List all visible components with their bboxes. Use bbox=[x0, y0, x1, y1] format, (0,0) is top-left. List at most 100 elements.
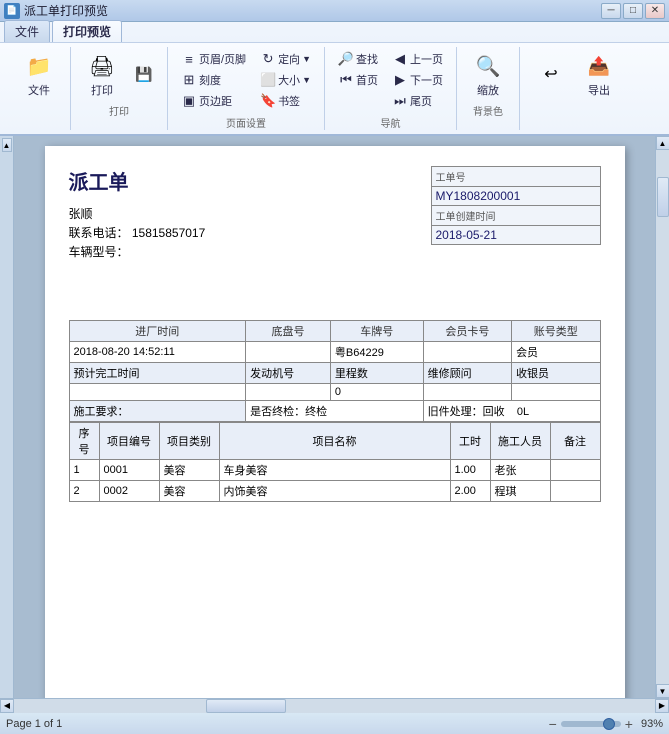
sub-table-row-1: 1 0001 美容 车身美容 1.00 老张 bbox=[69, 460, 600, 481]
row1-hours: 1.00 bbox=[450, 460, 490, 481]
zoom-slider[interactable] bbox=[561, 721, 621, 727]
row2-worker: 程琪 bbox=[490, 481, 550, 502]
minimize-button[interactable]: ─ bbox=[601, 3, 621, 19]
last-page-button[interactable]: ⏭ 尾页 bbox=[387, 91, 437, 111]
print-button[interactable]: 🖨 打印 bbox=[79, 47, 125, 101]
hscroll-right-btn[interactable]: ▶ bbox=[655, 699, 669, 713]
zoom-plus-btn[interactable]: + bbox=[625, 716, 633, 732]
nav-group-label: 导航 bbox=[380, 115, 400, 130]
sub-th-hours: 工时 bbox=[450, 423, 490, 460]
prev-icon: ◀ bbox=[392, 51, 408, 67]
size-label: 大小 bbox=[278, 72, 300, 88]
sub-table-row-2: 2 0002 美容 内饰美容 2.00 程琪 bbox=[69, 481, 600, 502]
bookmark-button[interactable]: 🔖 书签 bbox=[255, 91, 305, 111]
pagesetup-col1: ≡ 页眉/页脚 ⊞ 刻度 ▣ 页边距 bbox=[176, 49, 251, 111]
file-buttons: 📁 文件 bbox=[16, 47, 62, 101]
main-area: ▲ 派工单 张顺 联系电话： 15815857017 车辆型号： 工单号 bbox=[0, 136, 669, 698]
main-table: 进厂时间 底盘号 车牌号 会员卡号 账号类型 2018-08-20 14:52:… bbox=[69, 320, 601, 422]
export-button[interactable]: 📤 导出 bbox=[576, 47, 622, 101]
pagesetup-group-label: 页面设置 bbox=[226, 115, 266, 130]
scale-icon: ⊞ bbox=[181, 72, 197, 88]
info-box: 工单号 MY1808200001 工单创建时间 2018-05-21 bbox=[431, 166, 601, 245]
td-advisor: 维修顾问 bbox=[423, 363, 511, 384]
size-icon: ⬜ bbox=[260, 72, 276, 88]
create-time-label: 工单创建时间 bbox=[436, 208, 596, 223]
orientation-icon: ↻ bbox=[260, 51, 276, 67]
file-icon: 📁 bbox=[23, 50, 55, 82]
back-button[interactable]: ↩ bbox=[528, 55, 574, 93]
td-final-check: 是否终检：终检 bbox=[246, 401, 424, 422]
pagesetup-col2: ↻ 定向 ▼ ⬜ 大小 ▼ 🔖 书签 bbox=[255, 49, 316, 111]
header-footer-button[interactable]: ≡ 页眉/页脚 bbox=[176, 49, 251, 69]
pagesetup-inner: ≡ 页眉/页脚 ⊞ 刻度 ▣ 页边距 ↻ 定向 bbox=[176, 47, 316, 113]
chassis-value bbox=[246, 342, 331, 363]
td-cashier: 收银员 bbox=[512, 363, 600, 384]
vscroll-track[interactable] bbox=[656, 150, 669, 684]
next-label: 下一页 bbox=[410, 72, 443, 88]
size-button[interactable]: ⬜ 大小 ▼ bbox=[255, 70, 316, 90]
ribbon-group-zoom: 🔍 缩放 背景色 bbox=[457, 47, 520, 130]
row2-note bbox=[550, 481, 600, 502]
scroll-left: ▲ bbox=[0, 136, 14, 698]
work-order-value-row: MY1808200001 bbox=[432, 187, 600, 206]
save-button[interactable]: 💾 bbox=[129, 60, 159, 88]
ribbon-group-nav: 🔎 查找 ⏮ 首页 ◀ 上一页 ▶ 下一页 bbox=[325, 47, 457, 130]
vscroll-down-btn[interactable]: ▼ bbox=[656, 684, 669, 698]
find-button[interactable]: 🔎 查找 bbox=[333, 49, 383, 69]
print-group-label: 打印 bbox=[109, 103, 129, 118]
sub-th-code: 项目编号 bbox=[99, 423, 159, 460]
row1-category: 美容 bbox=[159, 460, 219, 481]
td-expected-finish: 预计完工时间 bbox=[69, 363, 246, 384]
zoom-buttons: 🔍 缩放 bbox=[465, 47, 511, 101]
vscroll-thumb bbox=[657, 177, 669, 217]
phone-label: 联系电话： bbox=[69, 226, 129, 240]
sub-table: 序号 项目编号 项目类别 项目名称 工时 施工人员 备注 1 0001 美容 车 bbox=[69, 422, 601, 502]
nav-col2: ◀ 上一页 ▶ 下一页 ⏭ 尾页 bbox=[387, 49, 448, 111]
sub-th-category: 项目类别 bbox=[159, 423, 219, 460]
sub-table-header: 序号 项目编号 项目类别 项目名称 工时 施工人员 备注 bbox=[69, 423, 600, 460]
create-time-value-row: 2018-05-21 bbox=[432, 226, 600, 244]
work-order-value: MY1808200001 bbox=[436, 189, 596, 203]
hscroll-track[interactable] bbox=[14, 699, 655, 713]
ribbon: 文件 打印预览 📁 文件 🖨 打印 💾 bbox=[0, 22, 669, 136]
close-button[interactable]: ✕ bbox=[645, 3, 665, 19]
expected-finish-value bbox=[69, 384, 246, 401]
engine-value bbox=[246, 384, 331, 401]
ribbon-group-file: 📁 文件 bbox=[8, 47, 71, 130]
prev-page-button[interactable]: ◀ 上一页 bbox=[387, 49, 448, 69]
vscroll-up-btn[interactable]: ▲ bbox=[656, 136, 669, 150]
export-label: 导出 bbox=[588, 82, 610, 98]
sub-th-name: 项目名称 bbox=[219, 423, 450, 460]
file-button[interactable]: 📁 文件 bbox=[16, 47, 62, 101]
advisor-value bbox=[423, 384, 511, 401]
zoom-button[interactable]: 🔍 缩放 bbox=[465, 47, 511, 101]
zoom-minus-btn[interactable]: − bbox=[549, 716, 557, 732]
margins-icon: ▣ bbox=[181, 93, 197, 109]
mileage-value: 0 bbox=[330, 384, 423, 401]
td-old-parts: 旧件处理：回收 0L bbox=[423, 401, 600, 422]
orientation-button[interactable]: ↻ 定向 ▼ bbox=[255, 49, 316, 69]
cashier-value bbox=[512, 384, 600, 401]
export-buttons: ↩ 📤 导出 bbox=[528, 47, 622, 101]
maximize-button[interactable]: □ bbox=[623, 3, 643, 19]
sub-th-num: 序号 bbox=[69, 423, 99, 460]
tab-print-preview[interactable]: 打印预览 bbox=[52, 20, 122, 42]
row2-code: 0002 bbox=[99, 481, 159, 502]
ribbon-group-print: 🖨 打印 💾 打印 bbox=[71, 47, 168, 130]
scroll-up-btn[interactable]: ▲ bbox=[2, 138, 12, 152]
last-label: 尾页 bbox=[410, 93, 432, 109]
th-account-type: 账号类型 bbox=[512, 321, 600, 342]
zoom-label: 缩放 bbox=[477, 82, 499, 98]
status-right: − + 93% bbox=[549, 716, 663, 732]
tab-file[interactable]: 文件 bbox=[4, 20, 50, 42]
margins-button[interactable]: ▣ 页边距 bbox=[176, 91, 237, 111]
first-page-button[interactable]: ⏮ 首页 bbox=[333, 70, 383, 90]
hscroll-left-btn[interactable]: ◀ bbox=[0, 699, 14, 713]
create-time-label-row: 工单创建时间 bbox=[432, 206, 600, 226]
nav-col1: 🔎 查找 ⏮ 首页 bbox=[333, 49, 383, 90]
row1-note bbox=[550, 460, 600, 481]
page-info: Page 1 of 1 bbox=[6, 718, 62, 730]
scale-button[interactable]: ⊞ 刻度 bbox=[176, 70, 226, 90]
sub-th-note: 备注 bbox=[550, 423, 600, 460]
next-page-button[interactable]: ▶ 下一页 bbox=[387, 70, 448, 90]
